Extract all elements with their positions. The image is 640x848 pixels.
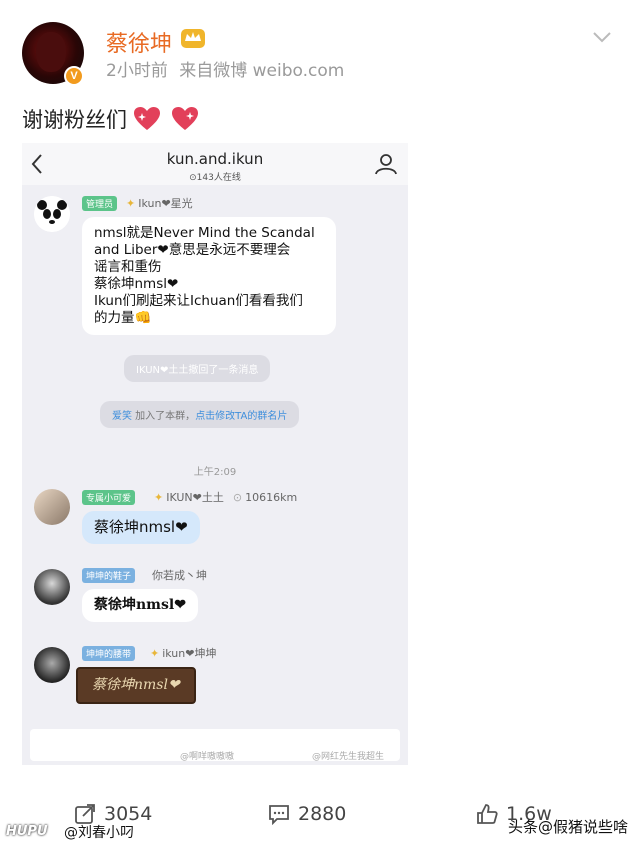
timestamp: 上午2:09 (193, 467, 237, 478)
chat-header: kun.and.ikun ⊙143人在线 (22, 143, 408, 185)
watermark: @网红先生我超生 (312, 752, 385, 762)
person-icon (375, 154, 397, 175)
comment-icon (269, 805, 289, 825)
post-text: 谢谢粉丝们 (22, 104, 199, 134)
sender-name: ✦ IKUN❤土土 ⊙ 10616km (154, 490, 298, 505)
post-source[interactable]: 来自微博 weibo.com (179, 61, 344, 81)
thumbs-up-icon (477, 804, 498, 824)
embedded-screenshot[interactable]: kun.and.ikun ⊙143人在线 管理员 ✦ Ikun❤星光 nmsl就是… (22, 143, 408, 765)
sparkle-heart-icon (172, 107, 198, 130)
message-bubble: 蔡徐坤nmsl❤ (82, 589, 198, 622)
credit-text: @刘春小叼 (64, 825, 134, 841)
crown-icon (181, 29, 205, 48)
online-count: ⊙143人在线 (189, 173, 241, 183)
comment-button[interactable]: 2880 (268, 803, 346, 825)
post-time: 2小时前 (106, 61, 168, 81)
member-tag: 坤坤的腰带 (82, 646, 136, 661)
sparkle-heart-icon (134, 107, 160, 130)
panda-avatar (34, 196, 70, 232)
username[interactable]: 蔡徐坤 (106, 26, 172, 58)
chevron-down-icon[interactable] (592, 30, 612, 44)
member-tag: 坤坤的鞋子 (82, 568, 136, 583)
system-message-join: 爱笑 加入了本群，点击修改TA的群名片 (100, 401, 300, 428)
verified-badge: V (64, 66, 84, 86)
post-meta: 2小时前 来自微博 weibo.com (106, 56, 344, 81)
user-avatar (34, 569, 70, 605)
message-bubble: nmsl就是Never Mind the Scandal and Liber❤意… (82, 217, 336, 335)
comment-count: 2880 (298, 803, 347, 825)
sender-name: ✦ Ikun❤星光 (126, 196, 193, 211)
message-bubble: 蔡徐坤nmsl❤ (82, 511, 200, 544)
watermark: @啊咩嗷嗷嗷 (180, 752, 235, 762)
message-bubble: 蔡徐坤nmsl❤ (76, 667, 196, 704)
system-message-recall: IKUN❤土土撤回了一条消息 (124, 355, 271, 382)
user-avatar (34, 647, 70, 683)
hupu-watermark: HUPU (6, 824, 48, 839)
group-title: kun.and.ikun (166, 150, 264, 168)
member-tag: 专属小可爱 (82, 490, 136, 505)
user-avatar (34, 489, 70, 525)
member-tag: 管理员 (82, 196, 118, 211)
sender-name: ✦ ikun❤坤坤 (150, 646, 217, 661)
post-body: 谢谢粉丝们 (22, 108, 127, 132)
sender-name: 你若成丶坤 (152, 569, 207, 582)
toutiao-watermark: 头条@假猪说些啥 (507, 818, 628, 836)
